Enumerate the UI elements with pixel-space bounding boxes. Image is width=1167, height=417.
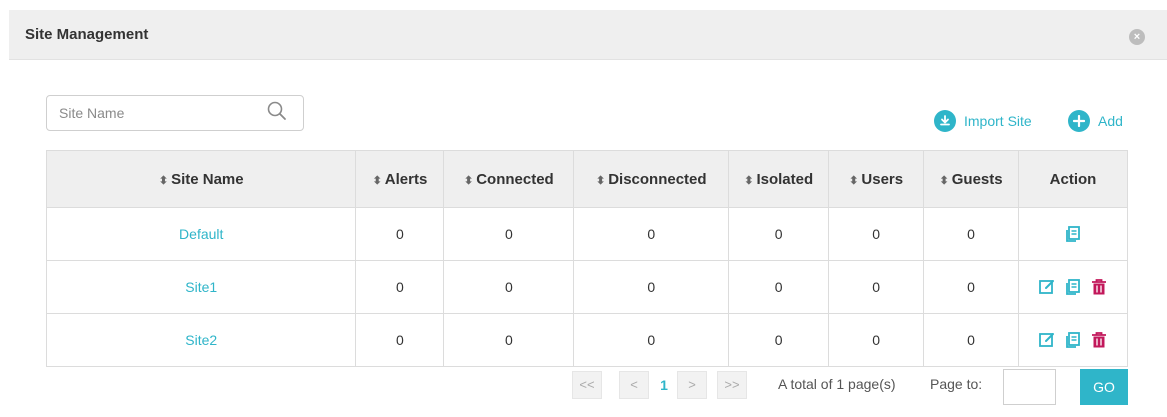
isolated-cell: 0: [728, 207, 830, 261]
search-icon[interactable]: [266, 100, 288, 122]
action-cell: [1018, 207, 1128, 261]
delete-icon[interactable]: [1090, 278, 1108, 296]
page-number-input[interactable]: [1003, 369, 1056, 405]
page-to-label: Page to:: [930, 376, 983, 392]
sort-icon: ⬍: [939, 174, 949, 187]
col-header-isolated[interactable]: ⬍ Isolated: [728, 150, 830, 208]
add-label: Add: [1098, 113, 1123, 129]
dialog-title: Site Management: [25, 26, 149, 43]
table-row: Default 0 0 0 0 0 0: [45, 207, 1128, 261]
guests-cell: 0: [923, 207, 1020, 261]
site-management-dialog: Site Management × Import Site Add: [0, 0, 1167, 417]
edit-icon[interactable]: [1038, 278, 1056, 296]
site-name-link[interactable]: Site1: [185, 279, 217, 295]
sites-table: ⬍ Site Name ⬍ Alerts ⬍ Connected ⬍ Disconnec…: [45, 150, 1128, 367]
import-icon: [934, 110, 956, 132]
sort-icon: ⬍: [158, 174, 169, 187]
edit-icon[interactable]: [1038, 331, 1056, 349]
connected-cell: 0: [443, 313, 575, 367]
first-page-button[interactable]: <<: [572, 371, 602, 399]
prev-page-button[interactable]: <: [619, 371, 649, 399]
alerts-cell: 0: [355, 207, 445, 261]
col-header-action: Action: [1018, 150, 1128, 208]
sort-icon: ⬍: [372, 174, 382, 187]
sort-icon: ⬍: [595, 174, 606, 187]
action-cell: [1018, 313, 1128, 367]
next-page-button[interactable]: >: [677, 371, 707, 399]
disconnected-cell: 0: [573, 313, 730, 367]
connected-cell: 0: [443, 207, 575, 261]
col-header-disconnected[interactable]: ⬍ Disconnected: [573, 150, 730, 208]
col-header-users[interactable]: ⬍ Users: [828, 150, 925, 208]
connected-cell: 0: [443, 260, 575, 314]
view-details-icon[interactable]: [1064, 331, 1082, 349]
users-cell: 0: [828, 313, 925, 367]
sort-icon: ⬍: [744, 174, 754, 187]
sort-icon: ⬍: [849, 174, 859, 187]
alerts-cell: 0: [355, 313, 445, 367]
total-pages-text: A total of 1 page(s): [778, 376, 896, 392]
delete-icon[interactable]: [1090, 331, 1108, 349]
alerts-cell: 0: [355, 260, 445, 314]
view-details-icon[interactable]: [1064, 278, 1082, 296]
guests-cell: 0: [923, 313, 1020, 367]
dialog-header: Site Management: [9, 10, 1167, 60]
col-header-guests[interactable]: ⬍ Guests: [923, 150, 1020, 208]
isolated-cell: 0: [728, 313, 830, 367]
disconnected-cell: 0: [573, 260, 730, 314]
last-page-button[interactable]: >>: [717, 371, 747, 399]
view-details-icon[interactable]: [1064, 225, 1082, 243]
plus-icon: [1068, 110, 1090, 132]
table-header-row: ⬍ Site Name ⬍ Alerts ⬍ Connected ⬍ Disconnec…: [45, 150, 1128, 208]
disconnected-cell: 0: [573, 207, 730, 261]
sort-icon: ⬍: [464, 174, 474, 187]
current-page: 1: [660, 377, 668, 393]
close-icon[interactable]: ×: [1129, 29, 1145, 45]
site-name-link[interactable]: Default: [179, 226, 223, 242]
go-button[interactable]: GO: [1080, 369, 1128, 405]
add-site-button[interactable]: Add: [1068, 110, 1123, 132]
import-site-label: Import Site: [964, 113, 1032, 129]
table-row: Site1 0 0 0 0 0 0: [45, 260, 1128, 314]
col-header-alerts[interactable]: ⬍ Alerts: [355, 150, 445, 208]
table-row: Site2 0 0 0 0 0 0: [45, 313, 1128, 367]
action-cell: [1018, 260, 1128, 314]
import-site-button[interactable]: Import Site: [934, 110, 1032, 132]
isolated-cell: 0: [728, 260, 830, 314]
col-header-connected[interactable]: ⬍ Connected: [443, 150, 575, 208]
site-name-link[interactable]: Site2: [185, 332, 217, 348]
guests-cell: 0: [923, 260, 1020, 314]
users-cell: 0: [828, 260, 925, 314]
col-header-site-name[interactable]: ⬍ Site Name: [45, 150, 357, 208]
search-input[interactable]: [57, 103, 257, 123]
users-cell: 0: [828, 207, 925, 261]
